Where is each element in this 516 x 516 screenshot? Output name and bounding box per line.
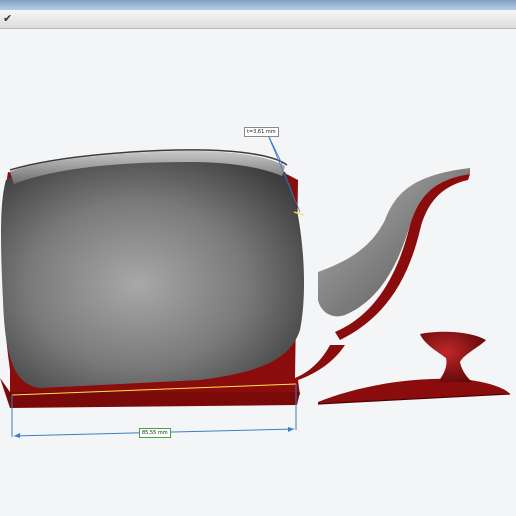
base-width-label[interactable]: 85,55 mm <box>139 428 171 438</box>
lid-knob <box>420 331 486 382</box>
lid-disc <box>318 378 510 404</box>
checkmark-icon[interactable]: ✔ <box>3 11 12 27</box>
teapot-body <box>1 158 305 388</box>
toolbar: ✔ <box>0 10 516 29</box>
window-titlebar <box>0 0 516 10</box>
wall-thickness-label[interactable]: t=3,61 mm <box>244 127 279 137</box>
3d-viewport[interactable]: t=3,61 mm 85,55 mm <box>0 29 516 516</box>
teapot-spout <box>318 168 470 317</box>
teapot-model <box>0 134 511 438</box>
